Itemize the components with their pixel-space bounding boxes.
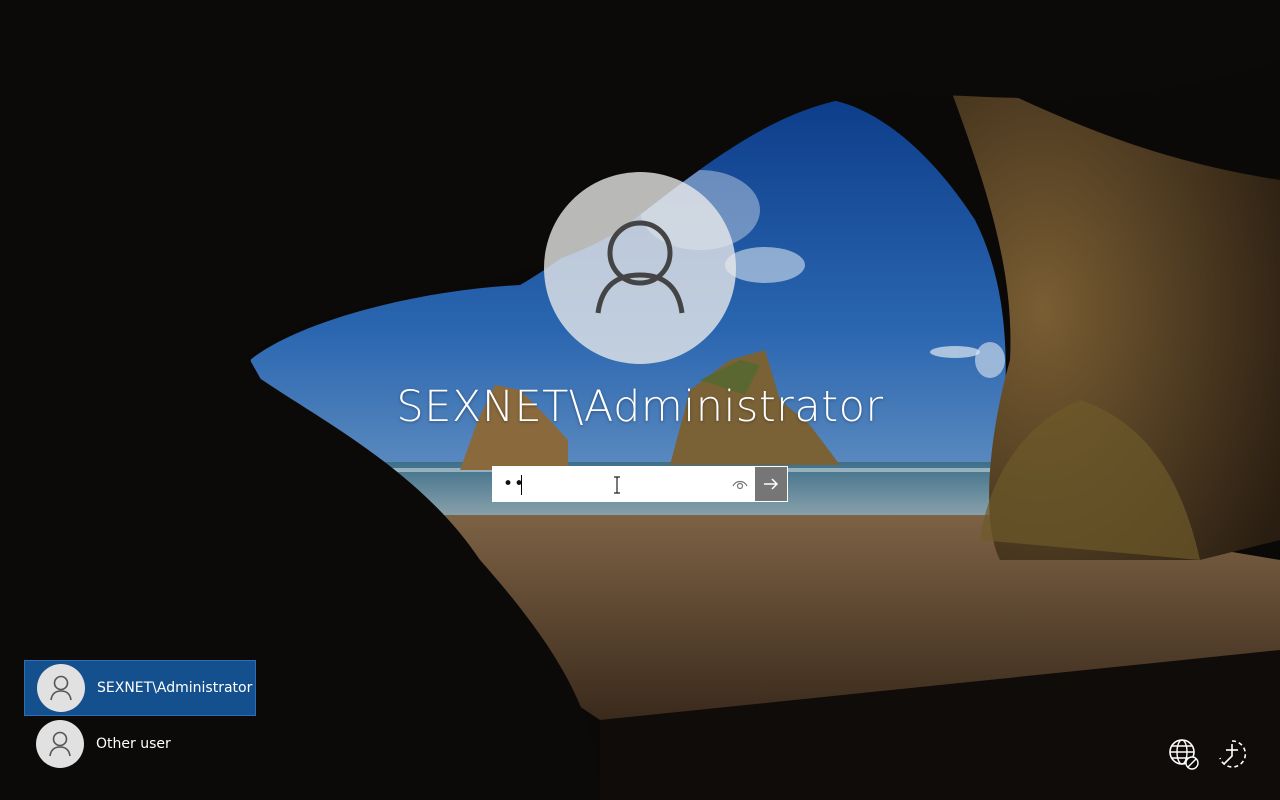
network-button[interactable] — [1166, 736, 1202, 772]
eye-icon[interactable] — [732, 477, 748, 493]
user-switch-item-other-user[interactable]: Other user — [24, 716, 256, 772]
user-icon — [49, 731, 71, 757]
user-switch-item-administrator[interactable]: SEXNET\Administrator — [24, 660, 256, 716]
user-avatar-large — [544, 172, 736, 364]
account-name: SEXNET\Administrator — [396, 382, 884, 432]
submit-button[interactable] — [754, 466, 788, 502]
avatar — [37, 664, 85, 712]
ibeam-cursor-icon — [614, 476, 620, 494]
user-switch-label: Other user — [96, 736, 171, 752]
ease-of-access-button[interactable] — [1214, 736, 1250, 772]
password-field[interactable]: •• — [492, 466, 788, 502]
avatar — [36, 720, 84, 768]
network-globe-icon — [1169, 739, 1199, 770]
ease-of-access-icon — [1219, 740, 1247, 768]
user-switch-label: SEXNET\Administrator — [97, 680, 253, 696]
text-caret — [521, 475, 522, 495]
arrow-right-icon — [764, 478, 779, 490]
user-icon — [50, 675, 72, 701]
user-icon — [595, 220, 685, 314]
